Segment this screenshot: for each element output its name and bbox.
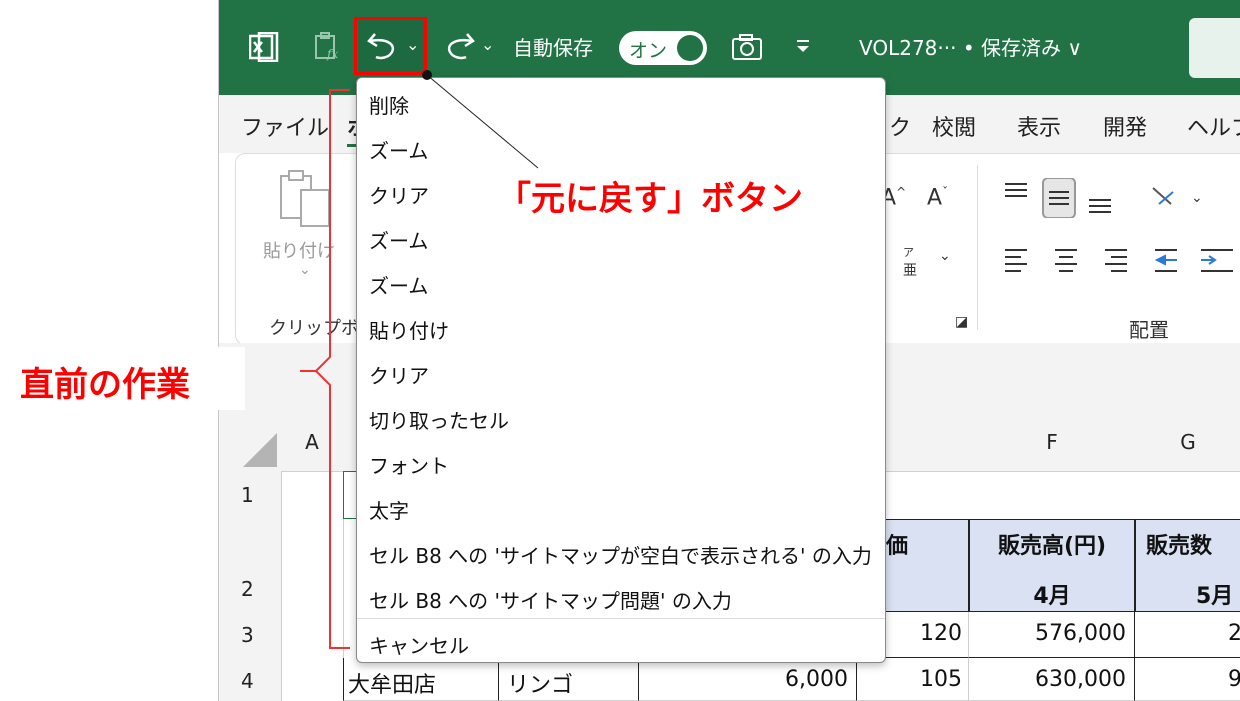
recent-work-brace	[314, 89, 350, 649]
undo-callout-label: 「元に戻す」ボタン	[497, 179, 803, 219]
callout-leader-line	[426, 74, 539, 169]
callout-anchor-dot	[422, 70, 432, 80]
recent-work-label-box: 直前の作業	[0, 347, 245, 410]
recent-work-label: 直前の作業	[20, 365, 190, 405]
